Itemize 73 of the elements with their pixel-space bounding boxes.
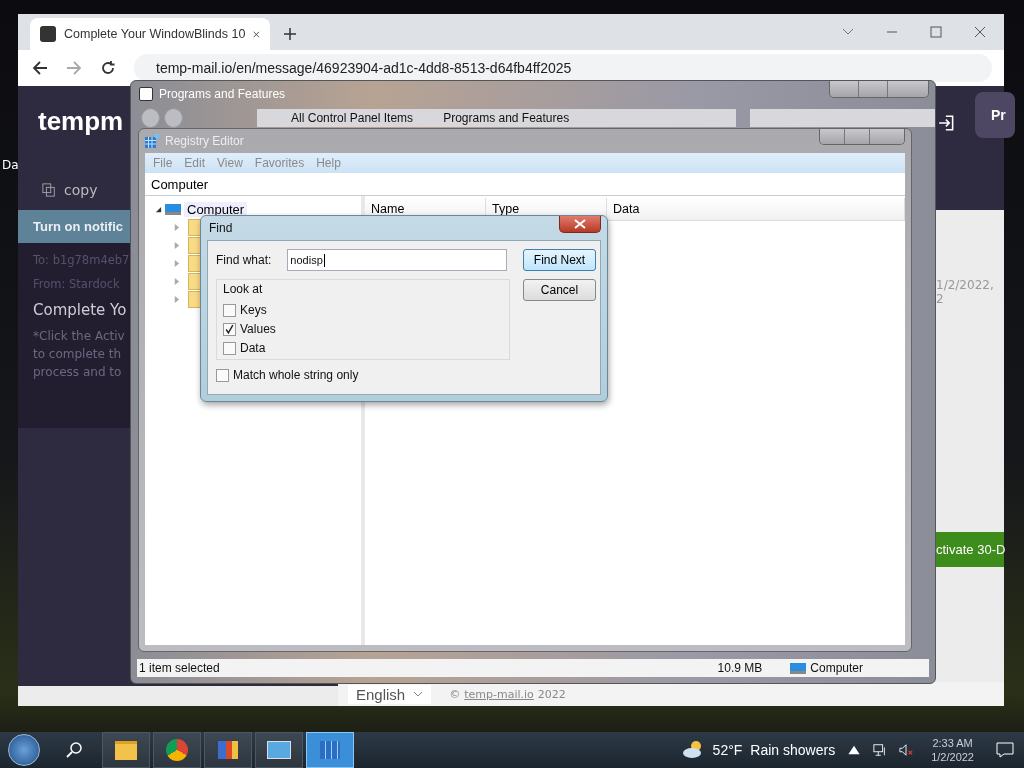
message-text: *Click the Activ bbox=[33, 329, 125, 343]
location-text: Computer bbox=[810, 661, 863, 675]
chrome-taskbar-button[interactable] bbox=[153, 732, 201, 768]
header-button[interactable]: Pr bbox=[975, 92, 1015, 138]
language-dropdown[interactable]: English bbox=[348, 684, 432, 704]
weather-text[interactable]: Rain showers bbox=[750, 742, 836, 758]
window-title: Registry Editor bbox=[165, 134, 244, 148]
explorer-taskbar-button[interactable] bbox=[102, 732, 150, 768]
message-subject: Complete Yo bbox=[33, 301, 127, 319]
login-icon[interactable] bbox=[938, 114, 956, 132]
start-button[interactable] bbox=[8, 734, 40, 766]
window-controls-drawing[interactable] bbox=[819, 129, 905, 145]
control-taskbar-button[interactable] bbox=[255, 732, 303, 768]
monitor-icon bbox=[790, 662, 807, 674]
size-text: 10.9 MB bbox=[717, 661, 763, 675]
back-arrow-icon[interactable] bbox=[32, 60, 48, 76]
dialog-title: Find bbox=[209, 221, 233, 235]
checkbox[interactable] bbox=[223, 303, 236, 317]
close-icon[interactable] bbox=[974, 26, 986, 38]
window-controls-drawing[interactable] bbox=[829, 81, 929, 98]
clock-date[interactable]: 1/2/2022 bbox=[931, 750, 974, 764]
find-what-field[interactable]: nodisp bbox=[287, 249, 508, 271]
checkbox[interactable] bbox=[216, 368, 229, 382]
expand-arrow-icon[interactable] bbox=[155, 205, 162, 213]
copy-button[interactable]: copy bbox=[64, 182, 98, 198]
address-bar[interactable]: Computer bbox=[145, 173, 905, 196]
network-icon[interactable] bbox=[873, 743, 888, 757]
books-taskbar-button[interactable] bbox=[204, 732, 252, 768]
maximize-icon[interactable] bbox=[930, 26, 942, 38]
field-label: Find what: bbox=[216, 253, 272, 267]
breadcrumb-bar[interactable]: All Control Panel Items Programs and Features bbox=[257, 109, 736, 127]
checkbox-label[interactable]: Data bbox=[240, 341, 266, 355]
checkbox-label[interactable]: Values bbox=[240, 322, 276, 336]
copy-icon bbox=[42, 183, 56, 197]
message-text: process and to bbox=[33, 365, 122, 379]
reload-icon[interactable] bbox=[100, 60, 116, 76]
column-header[interactable]: Data bbox=[607, 198, 905, 220]
status-text: 1 item selected bbox=[139, 661, 220, 675]
search-field[interactable] bbox=[749, 109, 935, 127]
find-next-button[interactable]: Find Next bbox=[523, 249, 596, 271]
copyright-year: 2022 bbox=[537, 687, 566, 701]
sender-text: From: Stardock bbox=[33, 277, 120, 291]
browser-tab[interactable]: Complete Your WindowBlinds 10 bbox=[30, 18, 270, 50]
clock-time[interactable]: 2:33 AM bbox=[932, 736, 973, 750]
close-button[interactable] bbox=[559, 216, 601, 233]
computer-icon bbox=[165, 203, 181, 215]
checkbox-label[interactable]: Keys bbox=[240, 303, 267, 317]
muted-speaker-icon[interactable] bbox=[899, 743, 914, 757]
cancel-button[interactable]: Cancel bbox=[523, 279, 596, 301]
checkbox[interactable] bbox=[223, 341, 236, 355]
close-icon[interactable] bbox=[253, 29, 260, 39]
group-label: Look at bbox=[223, 282, 264, 296]
window-title: Programs and Features bbox=[159, 87, 286, 101]
message-date: 1/2/2022, 2 bbox=[936, 278, 995, 306]
recipient-text: To: b1g78m4eb7 bbox=[33, 253, 130, 267]
activate-button[interactable]: ctivate 30-D bbox=[935, 532, 1004, 567]
copyright-sign: © bbox=[449, 687, 461, 701]
caret-icon bbox=[413, 690, 424, 698]
address-bar[interactable]: temp-mail.io/en/message/46923904-ad1c-4dd8-8513-d64fb4ff2025 bbox=[134, 54, 992, 82]
checkbox[interactable] bbox=[223, 322, 236, 336]
notification-icon[interactable] bbox=[996, 742, 1014, 758]
checkbox-label[interactable]: Match whole string only bbox=[233, 368, 359, 382]
registry-icon bbox=[145, 134, 159, 148]
search-icon[interactable] bbox=[66, 742, 82, 758]
desktop-icon-label: Da bbox=[2, 158, 19, 172]
forward-arrow-icon[interactable] bbox=[66, 60, 82, 76]
site-logo[interactable]: tempm bbox=[38, 106, 124, 137]
close-icon bbox=[574, 219, 586, 229]
tree-item[interactable]: Computer bbox=[184, 201, 248, 217]
message-text: to complete th bbox=[33, 347, 122, 361]
site-favicon-icon bbox=[40, 26, 56, 42]
temperature-text[interactable]: 52°F bbox=[712, 742, 743, 758]
new-tab-icon[interactable] bbox=[284, 28, 296, 40]
